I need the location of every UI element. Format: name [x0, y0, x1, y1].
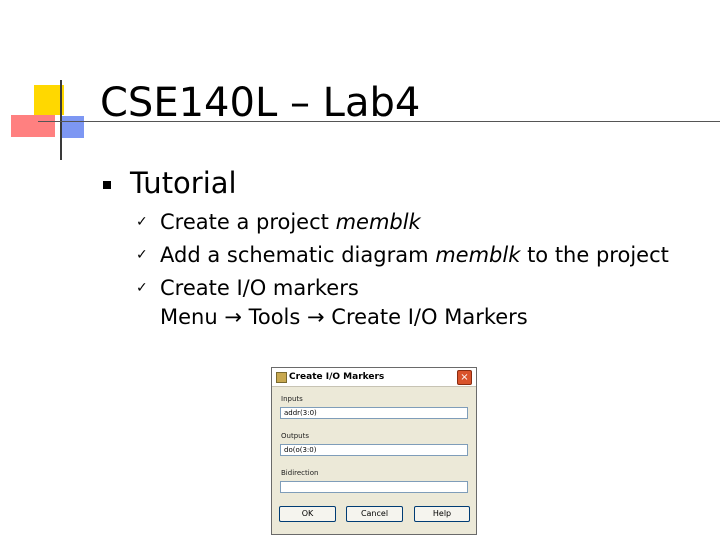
sub-bullet-create-project: ✓ Create a project memblk — [136, 208, 696, 237]
sub-bullet-create-io-markers: ✓ Create I/O markers Menu → Tools → Crea… — [136, 274, 696, 332]
sub-bullet-line1: Create I/O markers — [160, 276, 359, 300]
sub-bullet-italic: memblk — [335, 210, 421, 234]
ok-button[interactable]: OK — [279, 506, 336, 522]
checkmark-icon: ✓ — [136, 214, 148, 230]
dialog-titlebar[interactable]: Create I/O Markers × — [272, 368, 476, 387]
title-decoration-vertical-line — [60, 80, 62, 160]
slide-title: CSE140L – Lab4 — [100, 80, 421, 126]
bidirection-field[interactable] — [280, 481, 468, 493]
title-decoration-red — [11, 115, 55, 137]
app-icon — [276, 372, 287, 383]
inputs-label: Inputs — [281, 395, 303, 403]
checkmark-icon: ✓ — [136, 247, 148, 263]
cancel-button[interactable]: Cancel — [346, 506, 403, 522]
sub-bullet-text: Add a schematic diagram — [160, 243, 436, 267]
title-decoration-blue — [62, 116, 84, 138]
sub-bullet-italic: memblk — [435, 243, 521, 267]
sub-bullet-text-after: to the project — [520, 243, 669, 267]
bullet-square-icon — [103, 181, 111, 189]
dialog-title: Create I/O Markers — [289, 372, 385, 382]
sub-bullet-list: ✓ Create a project memblk ✓ Add a schema… — [136, 208, 696, 336]
outputs-label: Outputs — [281, 432, 309, 440]
sub-bullet-add-schematic: ✓ Add a schematic diagram memblk to the … — [136, 241, 696, 270]
bullet-tutorial: Tutorial — [130, 166, 237, 200]
help-button[interactable]: Help — [414, 506, 470, 522]
sub-bullet-line2: Menu → Tools → Create I/O Markers — [160, 305, 528, 329]
outputs-field[interactable]: do(o(3:0) — [280, 444, 468, 456]
close-button[interactable]: × — [457, 370, 472, 385]
sub-bullet-text: Create a project — [160, 210, 336, 234]
bidirection-label: Bidirection — [281, 469, 319, 477]
inputs-field[interactable]: addr(3:0) — [280, 407, 468, 419]
checkmark-icon: ✓ — [136, 280, 148, 296]
create-io-markers-dialog: Create I/O Markers × Inputs addr(3:0) Ou… — [271, 367, 477, 535]
